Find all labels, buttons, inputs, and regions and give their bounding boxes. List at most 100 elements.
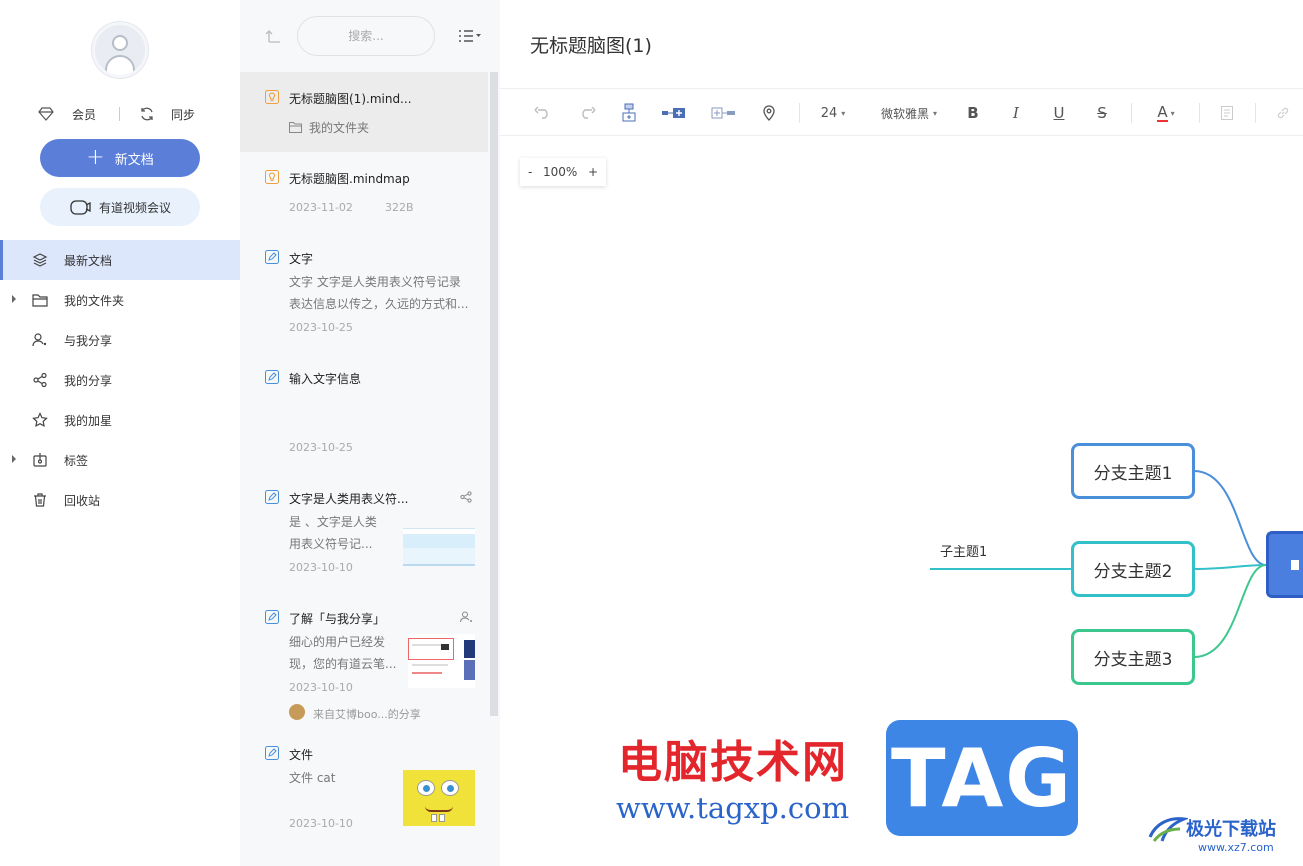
list-item[interactable]: 文字是人类用表义符... 是 、文字是人类 用表义符号记... 2023-10-… <box>240 472 488 592</box>
new-document-button[interactable]: + 新文档 <box>40 139 200 177</box>
sync-label: 同步 <box>171 107 196 122</box>
doc-title: 文字是人类用表义符... <box>289 492 409 506</box>
insert-parent-button[interactable] <box>618 101 640 125</box>
list-item[interactable]: 文字 文字 文字是人类用表义符号记录 表达信息以传之，久远的方式和... 202… <box>240 232 488 352</box>
italic-button[interactable]: I <box>1006 101 1026 125</box>
doc-title: 输入文字信息 <box>289 372 362 386</box>
sidebar-item-recent[interactable]: 最新文档 <box>0 240 240 280</box>
strikethrough-button[interactable]: S <box>1092 101 1112 125</box>
sidebar-item-my-shares[interactable]: 我的分享 <box>0 360 240 400</box>
branch-topic-3[interactable]: 分支主题3 <box>1071 629 1195 685</box>
sidebar-item-shared-with-me[interactable]: 与我分享 <box>0 320 240 360</box>
sidebar-item-label: 我的分享 <box>64 373 113 388</box>
list-item[interactable]: 输入文字信息 2023-10-25 <box>240 352 488 472</box>
vip-link[interactable]: 会员 <box>38 104 96 124</box>
list-item[interactable]: 了解「与我分享」 细心的用户已经发 现，您的有道云笔... 2023-10-10… <box>240 592 488 732</box>
new-document-label: 新文档 <box>114 152 154 168</box>
list-toolbar: 搜索... <box>240 0 500 72</box>
sync-icon <box>141 107 153 121</box>
central-topic[interactable] <box>1266 531 1303 598</box>
underline-button[interactable]: U <box>1049 101 1069 125</box>
sidebar-item-label: 我的加星 <box>64 413 113 428</box>
note-file-icon <box>265 610 279 624</box>
sync-button[interactable]: 同步 <box>139 104 195 124</box>
undo-icon <box>534 107 548 119</box>
doc-date: 2023-10-10 <box>289 817 353 830</box>
avatar[interactable] <box>92 22 148 78</box>
doc-title: 无标题脑图(1).mind... <box>289 92 412 106</box>
search-input[interactable]: 搜索... <box>297 16 435 56</box>
watermark-site-url: www.xz7.com <box>1198 841 1274 854</box>
note-button[interactable] <box>1216 101 1238 125</box>
font-size-select[interactable]: 24 ▾ <box>816 101 850 125</box>
sidebar-item-label: 最新文档 <box>64 253 113 268</box>
go-up-icon[interactable] <box>264 28 282 44</box>
caret-down-icon: ▾ <box>1170 108 1175 118</box>
camera-icon <box>70 200 91 215</box>
note-file-icon <box>265 250 279 264</box>
branch-topic-2[interactable]: 分支主题2 <box>1071 541 1195 597</box>
star-icon <box>32 412 48 428</box>
divider <box>119 107 120 121</box>
branch-topic-1[interactable]: 分支主题1 <box>1071 443 1195 499</box>
vip-label: 会员 <box>72 107 97 122</box>
doc-title: 文字 <box>289 252 314 266</box>
note-icon <box>1221 106 1233 120</box>
font-family-select[interactable]: 微软雅黑 ▾ <box>874 101 944 125</box>
doc-preview: 现，您的有道云笔... <box>289 657 397 671</box>
doc-date: 2023-10-25 <box>289 321 353 334</box>
list-item[interactable]: 文件 文件 cat 2023-10-10 <box>240 732 488 866</box>
link-button[interactable] <box>1272 101 1294 125</box>
watermark-site-name: 极光下载站 <box>1186 819 1276 840</box>
sidebar-item-label: 我的文件夹 <box>64 293 125 308</box>
avatar <box>289 704 305 720</box>
doc-preview: 文件 cat <box>289 771 336 785</box>
sidebar-item-starred[interactable]: 我的加星 <box>0 400 240 440</box>
link-icon <box>1277 107 1289 119</box>
doc-thumbnail <box>403 514 475 568</box>
font-color-button[interactable]: A ▾ <box>1151 101 1181 125</box>
insert-child-button[interactable] <box>660 101 688 125</box>
insert-sibling-button[interactable] <box>710 101 738 125</box>
folder-icon <box>289 122 302 133</box>
document-title[interactable]: 无标题脑图(1) <box>530 31 652 58</box>
doc-date: 2023-11-02 <box>289 201 353 214</box>
doc-date: 2023-10-10 <box>289 561 353 574</box>
mindmap-file-icon <box>265 170 279 184</box>
redo-button[interactable] <box>576 101 598 125</box>
share-icon <box>33 372 47 388</box>
video-meeting-button[interactable]: 有道视频会议 <box>40 188 200 226</box>
doc-preview: 表达信息以传之，久远的方式和... <box>289 297 469 311</box>
expand-caret-icon[interactable] <box>12 455 16 463</box>
connector-branch2 <box>1193 564 1267 570</box>
list-view-icon[interactable] <box>458 28 482 44</box>
doc-thumbnail <box>408 634 475 688</box>
location-button[interactable] <box>758 101 780 125</box>
undo-button[interactable] <box>532 101 554 125</box>
list-item[interactable]: 无标题脑图.mindmap 2023-11-02 322B <box>240 152 488 232</box>
editor-panel: 无标题脑图(1) 24 ▾ 微软雅黑 ▾ B I U S A ▾ - 100% … <box>500 0 1303 866</box>
sidebar-item-my-folders[interactable]: 我的文件夹 <box>0 280 240 320</box>
sidebar-item-label: 回收站 <box>64 493 101 508</box>
caret-down-icon: ▾ <box>841 108 846 118</box>
bold-button[interactable]: B <box>963 101 983 125</box>
shared-user-icon <box>460 611 472 623</box>
app-window: 会员 同步 + 新文档 有道视频会议 最新文档 我的文件夹 与我分享 我的分享 … <box>0 0 1303 866</box>
expand-caret-icon[interactable] <box>12 295 16 303</box>
caret-down-icon: ▾ <box>933 108 938 118</box>
doc-title: 了解「与我分享」 <box>289 612 386 626</box>
sidebar-item-tags[interactable]: 标签 <box>0 440 240 480</box>
doc-thumbnail <box>403 770 475 826</box>
watermark-url: www.tagxp.com <box>616 791 850 825</box>
diamond-icon <box>38 107 54 121</box>
subtopic-1[interactable]: 子主题1 <box>940 541 987 560</box>
connector-branch3 <box>1193 564 1267 658</box>
watermark-title: 电脑技术网 <box>618 737 848 788</box>
doc-preview: 用表义符号记... <box>289 537 373 551</box>
sidebar-item-label: 标签 <box>64 453 89 468</box>
list-scrollbar[interactable] <box>490 72 498 716</box>
list-item[interactable]: 无标题脑图(1).mind... 我的文件夹 <box>240 72 488 152</box>
font-size-value: 24 <box>820 105 838 121</box>
doc-date: 2023-10-25 <box>289 441 353 454</box>
sidebar-item-trash[interactable]: 回收站 <box>0 480 240 520</box>
